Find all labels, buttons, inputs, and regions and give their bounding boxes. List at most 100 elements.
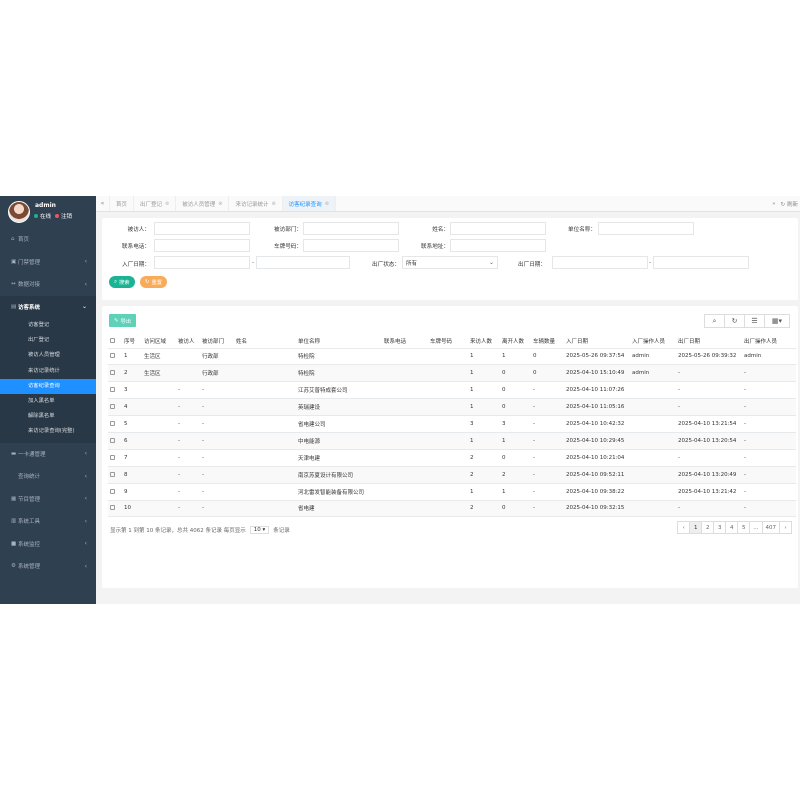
in-date-start-input[interactable] — [154, 256, 250, 269]
nav-program[interactable]: ▦ 节目管理 ‹ — [0, 488, 96, 511]
tab-visit-stats[interactable]: 来访记录统计 ⊗ — [229, 196, 283, 211]
sub-add-blacklist[interactable]: 加入黑名单 — [0, 394, 96, 409]
address-input[interactable] — [450, 239, 546, 252]
row-checkbox[interactable] — [108, 364, 122, 383]
pagination-summary: 显示第 1 到第 10 条记录，总共 4062 条记录 每页显示 — [110, 528, 246, 534]
sub-visit-stats[interactable]: 来访记录统计 — [0, 364, 96, 379]
next-page-button[interactable]: › — [779, 521, 792, 534]
row-checkbox[interactable] — [108, 483, 122, 501]
out-date-start-input[interactable] — [552, 256, 648, 269]
nav-home[interactable]: ⌂ 首页 — [0, 228, 96, 251]
table-cell — [428, 500, 468, 518]
page-size-select[interactable]: 10 ▾ — [249, 526, 270, 534]
gate-icon: ▣ — [11, 258, 17, 265]
tab-visit-record-query[interactable]: 访客纪录查询 ⊗ — [282, 196, 336, 211]
name-input[interactable] — [450, 222, 546, 235]
sub-visit-query-full[interactable]: 来访记录查询(完整) — [0, 424, 96, 439]
search-toggle-icon[interactable]: ⌕ — [705, 315, 725, 327]
user-panel: admin 在线 注销 — [0, 196, 96, 228]
table-row[interactable]: 2 生活区 行政部 特检院 1 0 0 2025-04-10 15:10:49 admin - - — [108, 364, 796, 383]
plate-input[interactable] — [303, 239, 399, 252]
sub-visited-person-mgmt[interactable]: 被访人员管理 — [0, 348, 96, 363]
chevron-down-icon: ⌄ — [488, 259, 494, 266]
nav-query[interactable]: 查询统计 ‹ — [0, 465, 96, 488]
select-all-checkbox[interactable] — [108, 334, 122, 349]
logout-link[interactable]: 注销 — [55, 212, 72, 220]
avatar[interactable] — [8, 201, 30, 223]
tab-label: 首页 — [116, 201, 128, 208]
column-header: 被访部门 — [200, 334, 234, 349]
reset-button[interactable]: ↻ 重置 — [140, 276, 168, 288]
table-cell — [630, 381, 676, 400]
nav-visitor[interactable]: ▤ 访客系统 ⌄ — [0, 295, 96, 318]
table-row[interactable]: 7- - 天津电建 2 0-2025-04-10 10:21:04- - — [108, 449, 796, 467]
refresh-button[interactable]: ↻ 刷新 — [781, 200, 798, 208]
table-row[interactable]: 1 生活区 行政部 特检院 1 1 0 2025-05-26 09:37:54 admin 202… — [108, 348, 796, 366]
row-checkbox[interactable] — [108, 449, 122, 467]
nav-sysmgr[interactable]: ⚙ 系统管理 ‹ — [0, 555, 96, 578]
nav-docking[interactable]: ↔ 数据对接 ‹ — [0, 273, 96, 296]
nav-card[interactable]: ▬ 一卡通管理 ‹ — [0, 443, 96, 466]
table-cell — [428, 415, 468, 433]
table-row[interactable]: 6- - 中电能源 1 1-2025-04-10 10:29:45 2025-04-10 … — [108, 432, 796, 450]
search-button[interactable]: ⌕ 搜索 — [109, 276, 135, 288]
table-row[interactable]: 9- - 河北雷发智能装备有限公司 1 1-2025-04-10 09:38:22 202… — [108, 483, 796, 501]
table-cell — [382, 483, 428, 501]
nav-monitor[interactable]: ■ 系统监控 ‹ — [0, 533, 96, 556]
table-cell — [428, 483, 468, 501]
company-input[interactable] — [598, 222, 694, 235]
table-cell: admin — [630, 364, 676, 383]
export-button[interactable]: ✎ 导出 — [109, 314, 137, 327]
table-cell — [142, 398, 176, 417]
row-checkbox[interactable] — [108, 500, 122, 518]
visited-person-input[interactable] — [154, 222, 250, 235]
table-cell: 10 — [122, 500, 142, 518]
sub-exit-register[interactable]: 出厂登记 — [0, 333, 96, 348]
nav-gate[interactable]: ▣ 门禁管理 ‹ — [0, 251, 96, 274]
chevron-left-icon: ‹ — [84, 450, 87, 458]
table-row[interactable]: 4- - 英瑞建设 1 0-2025-04-10 11:05:16- - — [108, 398, 796, 417]
out-date-end-input[interactable] — [653, 256, 749, 269]
row-checkbox[interactable] — [108, 466, 122, 484]
table-row[interactable]: 8- - 南京苏夏设计有限公司 2 2-2025-04-10 09:52:11 2025-… — [108, 466, 796, 484]
row-checkbox[interactable] — [108, 415, 122, 433]
columns-icon[interactable]: ▦▾ — [765, 315, 789, 327]
close-icon[interactable]: ⊗ — [271, 201, 275, 207]
page-button[interactable]: 407 — [761, 521, 780, 534]
table-row[interactable]: 5- - 省电建公司 3 3-2025-04-10 10:42:32 2025-04-10… — [108, 415, 796, 433]
row-checkbox[interactable] — [108, 432, 122, 450]
sub-visit-record-query[interactable]: 访客纪录查询 — [0, 378, 96, 394]
sub-remove-blacklist[interactable]: 解除黑名单 — [0, 409, 96, 424]
table-cell: - — [200, 432, 234, 450]
table-cell: - — [531, 483, 564, 501]
double-chevron-right-icon[interactable]: » — [772, 201, 775, 207]
table-cell: 3 — [500, 415, 531, 433]
table-cell — [630, 500, 676, 518]
in-date-end-input[interactable] — [256, 256, 350, 269]
phone-input[interactable] — [154, 239, 250, 252]
row-checkbox[interactable] — [108, 398, 122, 417]
table-cell — [630, 398, 676, 417]
close-icon[interactable]: ⊗ — [325, 201, 329, 207]
toggle-view-icon[interactable]: ☰ — [745, 315, 765, 327]
refresh-icon[interactable]: ↻ — [725, 315, 745, 327]
row-checkbox[interactable] — [108, 381, 122, 400]
table-row[interactable]: 3- - 江苏艾普特成套公司 1 0-2025-04-10 11:07:26- - — [108, 381, 796, 400]
sub-visitor-register[interactable]: 访客登记 — [0, 318, 96, 333]
nav-tools[interactable]: ▥ 系统工具 ‹ — [0, 510, 96, 533]
tab-exit-register[interactable]: 出厂登记 ⊗ — [134, 196, 177, 211]
close-icon[interactable]: ⊗ — [218, 201, 222, 207]
table-cell: 天津电建 — [296, 449, 382, 467]
row-checkbox[interactable] — [108, 348, 122, 366]
tabs-scroll-left[interactable]: « — [96, 196, 110, 211]
close-icon[interactable]: ⊗ — [165, 201, 169, 207]
tab-home[interactable]: 首页 — [110, 196, 135, 211]
out-status-select[interactable]: 所有 ⌄ — [402, 256, 498, 269]
table-cell — [142, 500, 176, 518]
visited-dept-input[interactable] — [303, 222, 399, 235]
table-cell: - — [200, 381, 234, 400]
column-header: 来访人数 — [468, 334, 500, 349]
tab-visited-person-mgmt[interactable]: 被访人员管理 ⊗ — [176, 196, 230, 211]
table-row[interactable]: 10- - 省电建 2 0-2025-04-10 09:32:15- - — [108, 500, 796, 518]
table-cell: - — [742, 364, 796, 383]
